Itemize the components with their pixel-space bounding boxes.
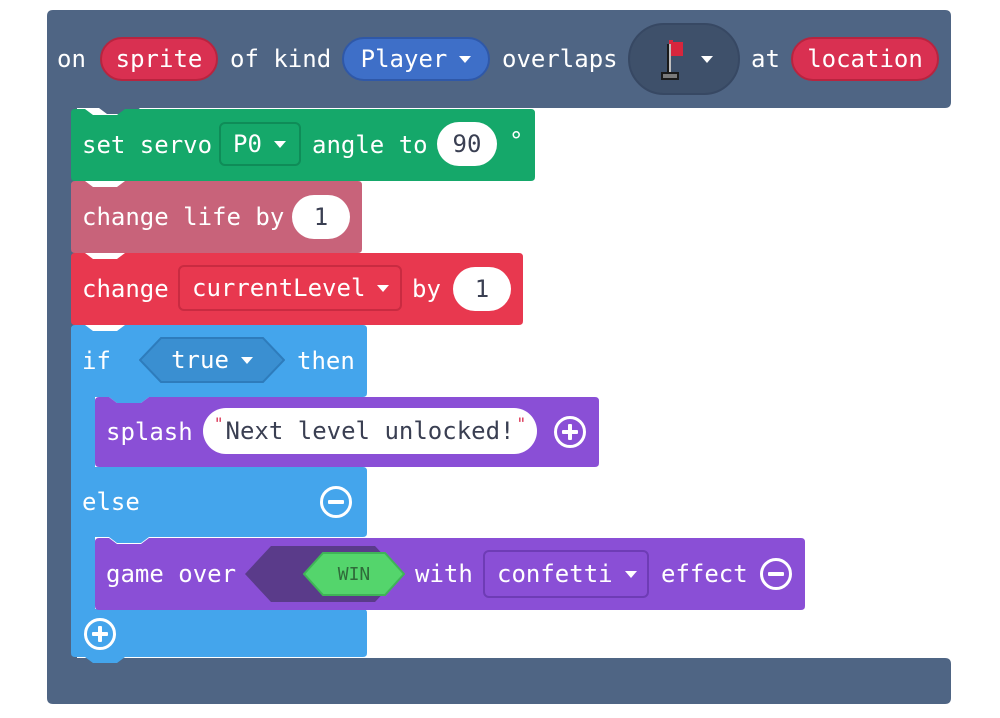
flag-tile-icon bbox=[661, 40, 683, 80]
then-label: then bbox=[297, 347, 355, 375]
splash-label: splash bbox=[106, 418, 193, 446]
sprite-variable-label: sprite bbox=[115, 45, 203, 73]
angle-to-label: angle to bbox=[312, 131, 428, 159]
condition-label: true bbox=[171, 346, 229, 374]
chevron-down-icon bbox=[701, 55, 713, 63]
if-label: if bbox=[82, 347, 111, 375]
open-quote: " bbox=[213, 413, 224, 433]
chevron-down-icon bbox=[273, 140, 286, 148]
servo-pin-label: P0 bbox=[233, 130, 262, 158]
location-variable[interactable]: location bbox=[791, 37, 939, 81]
level-amount-value: 1 bbox=[474, 275, 490, 303]
splash-text-value: Next level unlocked! bbox=[225, 417, 515, 445]
with-label: with bbox=[415, 560, 473, 588]
game-over-block[interactable]: game over WIN with confetti effect bbox=[95, 538, 805, 610]
add-parameter-icon[interactable] bbox=[553, 415, 587, 449]
close-quote: " bbox=[516, 413, 527, 433]
chevron-down-icon bbox=[459, 55, 472, 63]
chevron-down-icon bbox=[377, 284, 390, 292]
servo-pin-dropdown[interactable]: P0 bbox=[219, 122, 301, 166]
remove-parameter-icon[interactable] bbox=[759, 557, 793, 591]
of-kind-label: of kind bbox=[230, 45, 332, 73]
chevron-down-icon bbox=[624, 570, 637, 578]
change-label: change bbox=[82, 275, 169, 303]
on-label: on bbox=[57, 45, 86, 73]
change-life-label: change life by bbox=[82, 203, 285, 231]
splash-text-input[interactable]: " Next level unlocked! " bbox=[203, 408, 537, 454]
remove-else-icon[interactable] bbox=[319, 485, 353, 519]
change-life-block[interactable]: change life by 1 bbox=[71, 181, 362, 253]
life-amount-value: 1 bbox=[313, 203, 329, 231]
effect-dropdown[interactable]: confetti bbox=[483, 550, 649, 598]
add-else-if-icon[interactable] bbox=[83, 617, 117, 651]
level-variable-label: currentLevel bbox=[192, 274, 366, 302]
by-label: by bbox=[412, 275, 441, 303]
life-amount-input[interactable]: 1 bbox=[292, 195, 350, 239]
chevron-down-icon bbox=[240, 356, 253, 364]
sprite-variable[interactable]: sprite bbox=[100, 37, 218, 81]
servo-angle-value: 90 bbox=[452, 130, 482, 158]
win-toggle[interactable]: WIN bbox=[303, 552, 405, 596]
kind-dropdown[interactable]: Player bbox=[342, 37, 490, 81]
splash-block[interactable]: splash " Next level unlocked! " bbox=[95, 397, 599, 467]
set-servo-block[interactable]: set servo P0 angle to 90 ° bbox=[71, 109, 535, 181]
win-toggle-label: WIN bbox=[337, 563, 371, 585]
condition-dropdown[interactable]: true bbox=[139, 337, 285, 383]
level-variable-dropdown[interactable]: currentLevel bbox=[178, 265, 402, 311]
at-label: at bbox=[751, 45, 780, 73]
level-amount-input[interactable]: 1 bbox=[453, 267, 511, 311]
effect-label: effect bbox=[661, 560, 748, 588]
game-over-label: game over bbox=[106, 560, 237, 588]
change-level-block[interactable]: change currentLevel by 1 bbox=[71, 253, 523, 325]
effect-dropdown-label: confetti bbox=[497, 560, 613, 588]
kind-dropdown-label: Player bbox=[360, 45, 448, 73]
overlaps-label: overlaps bbox=[502, 45, 618, 73]
else-label: else bbox=[82, 488, 140, 516]
degree-symbol: ° bbox=[509, 127, 524, 155]
tile-dropdown[interactable] bbox=[628, 23, 740, 95]
location-variable-label: location bbox=[807, 45, 923, 73]
servo-angle-input[interactable]: 90 bbox=[437, 122, 497, 166]
set-servo-label: set servo bbox=[82, 131, 213, 159]
